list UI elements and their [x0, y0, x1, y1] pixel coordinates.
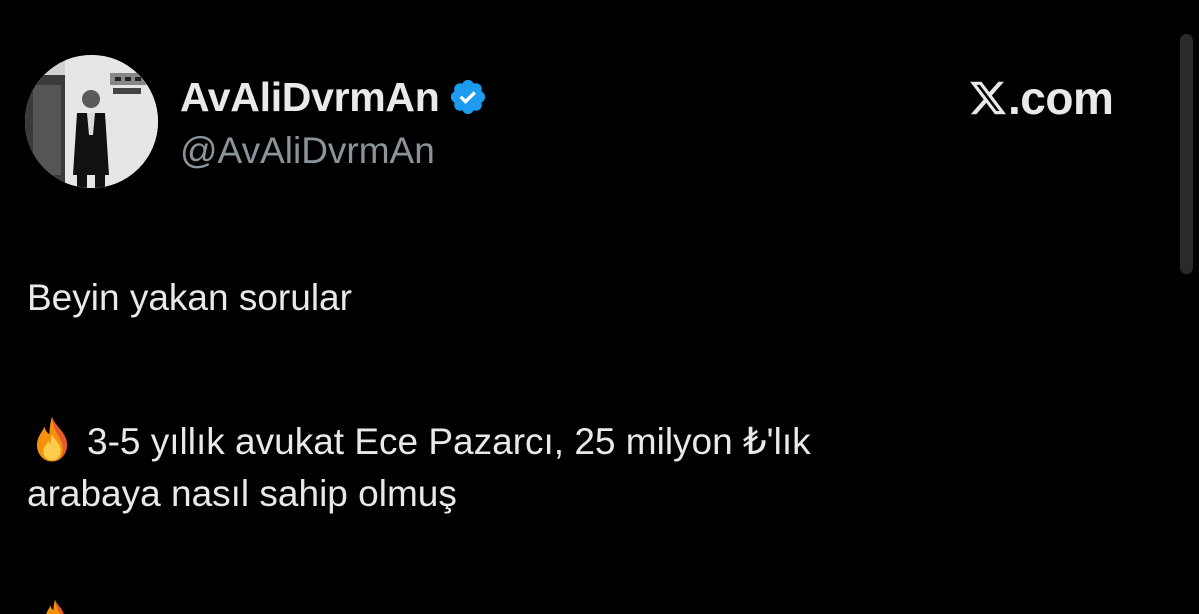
tweet-line-question-text: 3-5 yıllık avukat Ece Pazarcı, 25 milyon…	[87, 421, 811, 462]
user-handle[interactable]: @AvAliDvrmAn	[180, 128, 435, 174]
scrollbar[interactable]	[1180, 34, 1193, 274]
verified-badge-icon	[448, 77, 488, 117]
display-name[interactable]: AvAliDvrmAn	[180, 72, 440, 122]
author-name-row: AvAliDvrmAn	[180, 72, 488, 122]
brand-domain-label: .com	[1008, 72, 1114, 124]
avatar[interactable]	[25, 55, 158, 188]
brand-link[interactable]: .com	[968, 72, 1114, 124]
x-logo-icon	[968, 78, 1008, 118]
fire-emoji-icon	[27, 414, 77, 464]
tweet-line-title: Beyin yakan sorular	[27, 277, 352, 318]
tweet-line-continuation: arabaya nasıl sahip olmuş	[27, 473, 457, 514]
fire-emoji-icon	[40, 598, 70, 614]
tweet-line-question: 3-5 yıllık avukat Ece Pazarcı, 25 milyon…	[27, 414, 811, 466]
